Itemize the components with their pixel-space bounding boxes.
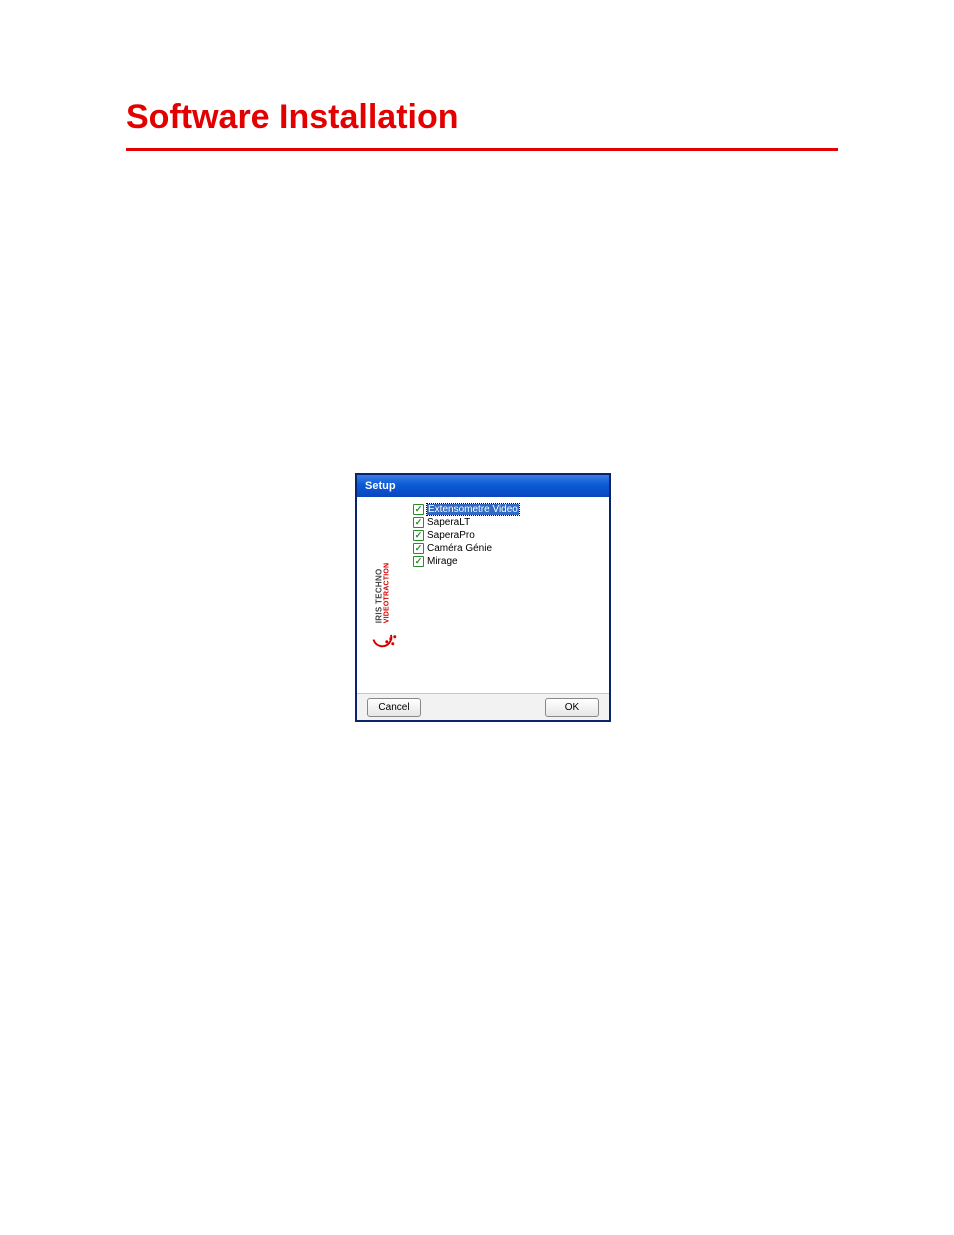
- check-icon: ✓: [415, 505, 423, 514]
- title-bar-text: Setup: [365, 480, 396, 492]
- checkbox[interactable]: ✓: [413, 543, 424, 554]
- checkbox[interactable]: ✓: [413, 504, 424, 515]
- page-title: Software Installation: [126, 98, 459, 137]
- check-item-extensometre[interactable]: ✓ Extensometre Video: [413, 503, 603, 516]
- setup-dialog: Setup IRIS TECHNO VIDEOTRACTION ✓ Extens…: [355, 473, 611, 722]
- logo: IRIS TECHNO VIDEOTRACTION: [371, 563, 393, 650]
- dialog-button-bar: Cancel OK: [357, 693, 609, 720]
- check-icon: ✓: [415, 531, 423, 540]
- check-label: Extensometre Video: [427, 504, 519, 515]
- check-icon: ✓: [415, 544, 423, 553]
- title-rule: [126, 148, 838, 151]
- logo-swoosh-icon: [371, 627, 393, 649]
- sidebar-logo: IRIS TECHNO VIDEOTRACTION: [357, 497, 407, 693]
- checkbox[interactable]: ✓: [413, 517, 424, 528]
- check-item-saperapro[interactable]: ✓ SaperaPro: [413, 529, 603, 542]
- checkbox[interactable]: ✓: [413, 530, 424, 541]
- checklist: ✓ Extensometre Video ✓ SaperaLT ✓ Sapera…: [407, 497, 609, 693]
- logo-line2: VIDEOTRACTION: [383, 563, 390, 624]
- ok-button[interactable]: OK: [545, 698, 599, 717]
- checkbox[interactable]: ✓: [413, 556, 424, 567]
- title-bar[interactable]: Setup: [357, 475, 609, 497]
- check-label: SaperaPro: [427, 530, 475, 541]
- check-label: Caméra Génie: [427, 543, 492, 554]
- cancel-button[interactable]: Cancel: [367, 698, 421, 717]
- check-label: Mirage: [427, 556, 458, 567]
- check-item-saperalt[interactable]: ✓ SaperaLT: [413, 516, 603, 529]
- check-item-mirage[interactable]: ✓ Mirage: [413, 555, 603, 568]
- check-icon: ✓: [415, 518, 423, 527]
- check-icon: ✓: [415, 557, 423, 566]
- dialog-body: IRIS TECHNO VIDEOTRACTION ✓ Extensometre…: [357, 497, 609, 693]
- check-label: SaperaLT: [427, 517, 470, 528]
- logo-line1: IRIS TECHNO: [375, 563, 383, 624]
- check-item-camera-genie[interactable]: ✓ Caméra Génie: [413, 542, 603, 555]
